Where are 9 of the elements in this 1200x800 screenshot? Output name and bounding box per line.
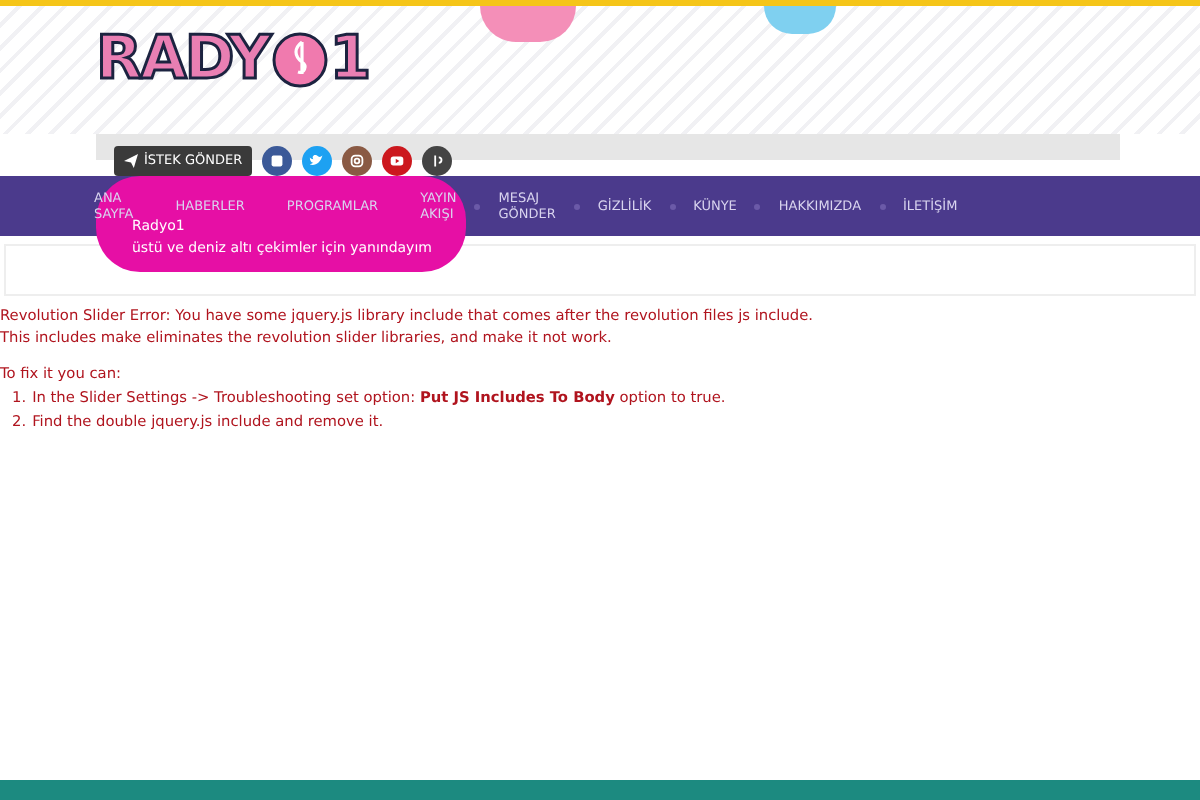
tab-decoration (764, 6, 836, 34)
music-note-icon (271, 32, 328, 88)
twitter-icon[interactable] (302, 146, 333, 176)
facebook-icon[interactable] (262, 146, 293, 176)
send-icon (124, 154, 138, 168)
tab-decoration (480, 6, 576, 42)
social-icon[interactable] (422, 146, 453, 176)
youtube-icon[interactable] (382, 146, 413, 176)
instagram-icon[interactable] (342, 146, 373, 176)
